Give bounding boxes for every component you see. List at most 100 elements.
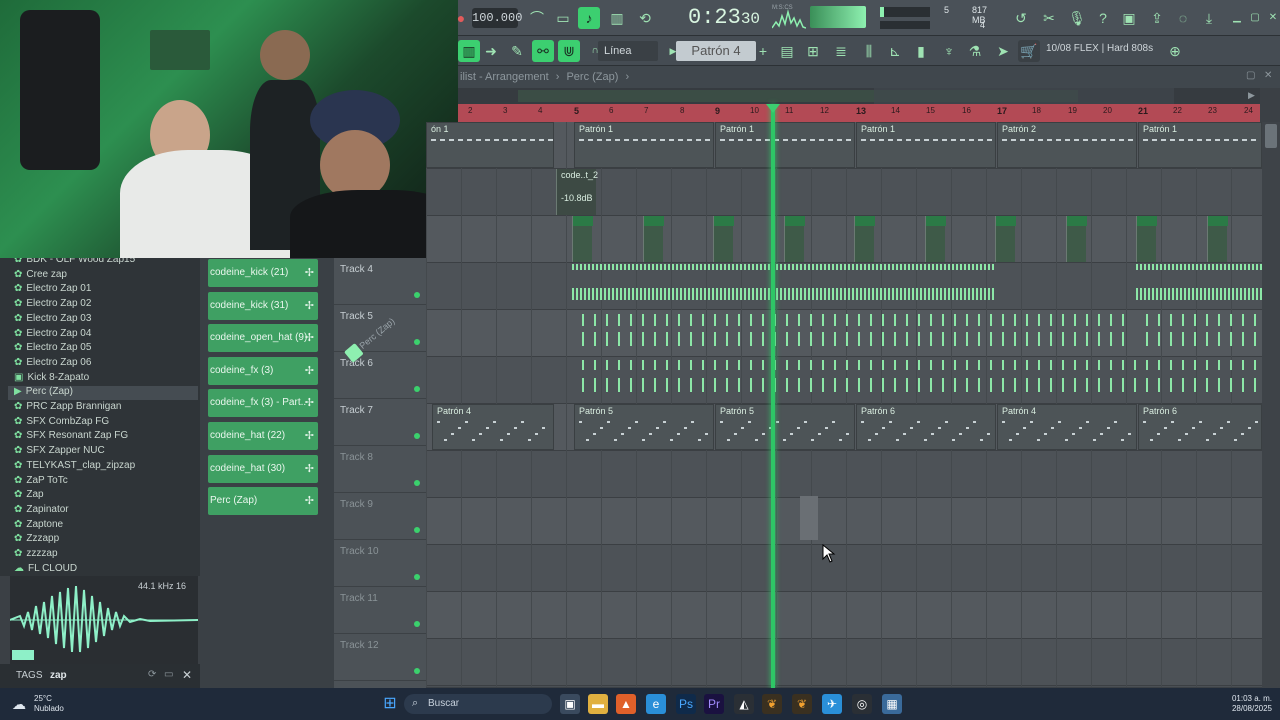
track-mute-icon[interactable] xyxy=(414,292,420,298)
obs-icon[interactable]: ◎ xyxy=(852,694,872,714)
pattern-clip[interactable]: Patrón 2 xyxy=(997,122,1137,168)
timeline-ruler[interactable]: 2 3 4 5 6 7 8 9 10 11 12 13 14 15 16 17 18 19 20 21 22 23 24 xyxy=(458,104,1260,122)
track-mute-icon[interactable] xyxy=(414,668,420,674)
browser-item[interactable]: ✿ BDK - OLF Wood Zap15 xyxy=(14,258,135,268)
mic-icon[interactable]: 🎙 xyxy=(1066,7,1088,29)
song-overview[interactable] xyxy=(458,88,1260,104)
browser-item[interactable]: ✿ zzzzap xyxy=(14,548,58,562)
audio-clip[interactable] xyxy=(995,216,1016,262)
pattern-clip[interactable]: Patrón 5 xyxy=(574,404,714,450)
piano-roll-icon[interactable]: ⊞ xyxy=(802,40,824,62)
track-mute-icon[interactable] xyxy=(414,480,420,486)
loop-record-icon[interactable]: ⟲ xyxy=(634,7,656,29)
eq-icon[interactable]: ⫼ xyxy=(858,40,880,62)
browser-item[interactable]: ✿ ZaP ToTc xyxy=(14,475,68,489)
premiere-icon[interactable]: Pr xyxy=(704,694,724,714)
audio-clip[interactable] xyxy=(854,216,875,262)
edge-icon[interactable]: e xyxy=(646,694,666,714)
browser-item[interactable]: ✿ Electro Zap 05 xyxy=(14,342,91,356)
wait-icon[interactable]: ▭ xyxy=(552,7,574,29)
audio-clip[interactable] xyxy=(924,216,946,262)
channel-button[interactable]: codeine_hat (30) ✢ xyxy=(208,454,318,483)
channel-options-icon[interactable]: ✢ xyxy=(305,487,314,515)
channel-button[interactable]: codeine_hat (22) ✢ xyxy=(208,422,318,450)
track-lane[interactable] xyxy=(426,310,1262,357)
audio-clip[interactable] xyxy=(1136,216,1157,262)
browser-item[interactable]: ✿ Cree zap xyxy=(14,269,67,283)
metronome-icon[interactable]: ⌒ xyxy=(526,7,548,29)
pattern-clip[interactable]: Patrón 1 xyxy=(856,122,996,168)
track-header[interactable]: Track 10 xyxy=(334,540,426,587)
tempo-tap-icon[interactable]: ⚗ xyxy=(964,40,986,62)
audio-clip[interactable] xyxy=(572,216,593,262)
telegram-icon[interactable]: ✈ xyxy=(822,694,842,714)
browser-item[interactable]: ✿ Electro Zap 03 xyxy=(14,313,91,327)
plugin-icon[interactable]: ♆ xyxy=(938,40,960,62)
audio-clip[interactable] xyxy=(642,216,664,262)
clear-tags-icon[interactable]: ✕ xyxy=(182,668,192,682)
track-lane[interactable] xyxy=(426,498,1262,545)
track-mute-icon[interactable] xyxy=(414,339,420,345)
photoshop-icon[interactable]: Ps xyxy=(676,694,696,714)
channel-options-icon[interactable]: ✢ xyxy=(305,455,314,483)
file-explorer-icon[interactable]: ▬ xyxy=(588,694,608,714)
vertical-scrollbar[interactable] xyxy=(1262,122,1280,688)
track-header[interactable]: Track 9 xyxy=(334,493,426,540)
browser-item[interactable]: ✿ Electro Zap 01 xyxy=(14,283,91,297)
browser-item[interactable]: ✿ Zzzapp xyxy=(14,533,59,547)
fl-studio-2-icon[interactable]: ❦ xyxy=(792,694,812,714)
globe-icon[interactable]: ⊕ xyxy=(1164,40,1186,62)
channel-options-icon[interactable]: ✢ xyxy=(305,292,314,320)
browser-item[interactable]: ▣ Kick 8-Zapato xyxy=(14,372,89,386)
taskbar-clock[interactable]: 01:03 a. m. 28/08/2025 xyxy=(1222,694,1272,714)
channel-options-icon[interactable]: ✢ xyxy=(305,389,314,417)
cut-icon[interactable]: ✂ xyxy=(1038,7,1060,29)
task-view-icon[interactable]: ▣ xyxy=(560,694,580,714)
chat-icon[interactable]: ◌ xyxy=(1172,7,1194,29)
audio-clip[interactable] xyxy=(713,216,734,262)
browser-item[interactable]: ✿ PRC Zapp Brannigan xyxy=(14,401,121,415)
pattern-clip[interactable]: Patrón 1 xyxy=(1138,122,1262,168)
playlist-close-icon[interactable]: ✕ xyxy=(1264,70,1272,81)
capture-icon[interactable]: ▦ xyxy=(882,694,902,714)
taskbar-search[interactable]: Buscar xyxy=(404,694,552,714)
arrow-icon[interactable]: ➜ xyxy=(480,40,502,62)
playlist-menu-icon[interactable]: ▥ xyxy=(458,40,480,62)
pattern-clip[interactable]: Patrón 5 xyxy=(715,404,855,450)
mixer-icon[interactable]: ▤ xyxy=(776,40,798,62)
browser-item[interactable]: ✿ Zap xyxy=(14,489,44,503)
fl-studio-icon[interactable]: ❦ xyxy=(762,694,782,714)
channel-button[interactable]: codeine_open_hat (9) ✢ xyxy=(208,324,318,353)
track-lane[interactable] xyxy=(426,451,1262,498)
countdown-icon[interactable]: ♪ xyxy=(578,7,600,29)
pattern-clip[interactable]: Patrón 4 xyxy=(432,404,554,450)
channel-button[interactable]: codeine_kick (31) ✢ xyxy=(208,291,318,320)
browser-item[interactable]: ✿ Electro Zap 02 xyxy=(14,298,91,312)
scroll-right-icon[interactable]: ▶ xyxy=(1248,90,1255,101)
download-icon[interactable]: ⤓ xyxy=(1198,7,1220,29)
pattern-clip[interactable]: Patrón 6 xyxy=(1138,404,1262,450)
app-icon[interactable]: ◭ xyxy=(734,694,754,714)
track-lane[interactable] xyxy=(426,545,1262,592)
browser-item[interactable]: ☁ FL CLOUD xyxy=(14,563,77,576)
browser-item[interactable]: ✿ SFX CombZap FG xyxy=(14,416,109,430)
tempo-display[interactable]: 100.000 xyxy=(472,8,522,28)
save-icon[interactable]: ▣ xyxy=(1118,7,1140,29)
playlist-restore-icon[interactable]: ▢ xyxy=(1246,70,1255,81)
pattern-clip[interactable]: ón 1 xyxy=(426,122,554,168)
channel-button[interactable]: codeine_fx (3) ✢ xyxy=(208,356,318,385)
step-edit-icon[interactable]: ▥ xyxy=(606,7,628,29)
playhead-marker-icon[interactable] xyxy=(766,104,780,113)
channel-options-icon[interactable]: ✢ xyxy=(305,357,314,385)
browser-item[interactable]: ✿ Electro Zap 06 xyxy=(14,357,91,371)
scrollbar-thumb[interactable] xyxy=(1265,124,1277,148)
channel-options-icon[interactable]: ✢ xyxy=(305,259,314,287)
file-icon[interactable]: ▮ xyxy=(910,40,932,62)
close-icon[interactable]: ✕ xyxy=(1262,7,1280,29)
windows-start-icon[interactable]: ⊞ xyxy=(380,694,400,714)
browser-icon[interactable]: ⊾ xyxy=(884,40,906,62)
shop-icon[interactable]: 🛒 xyxy=(1018,40,1040,62)
audio-clip[interactable]: code..t_2 -10.8dB xyxy=(556,169,598,215)
track-lane[interactable] xyxy=(426,263,1262,310)
browser-item[interactable]: ✿ SFX Resonant Zap FG xyxy=(14,430,128,444)
